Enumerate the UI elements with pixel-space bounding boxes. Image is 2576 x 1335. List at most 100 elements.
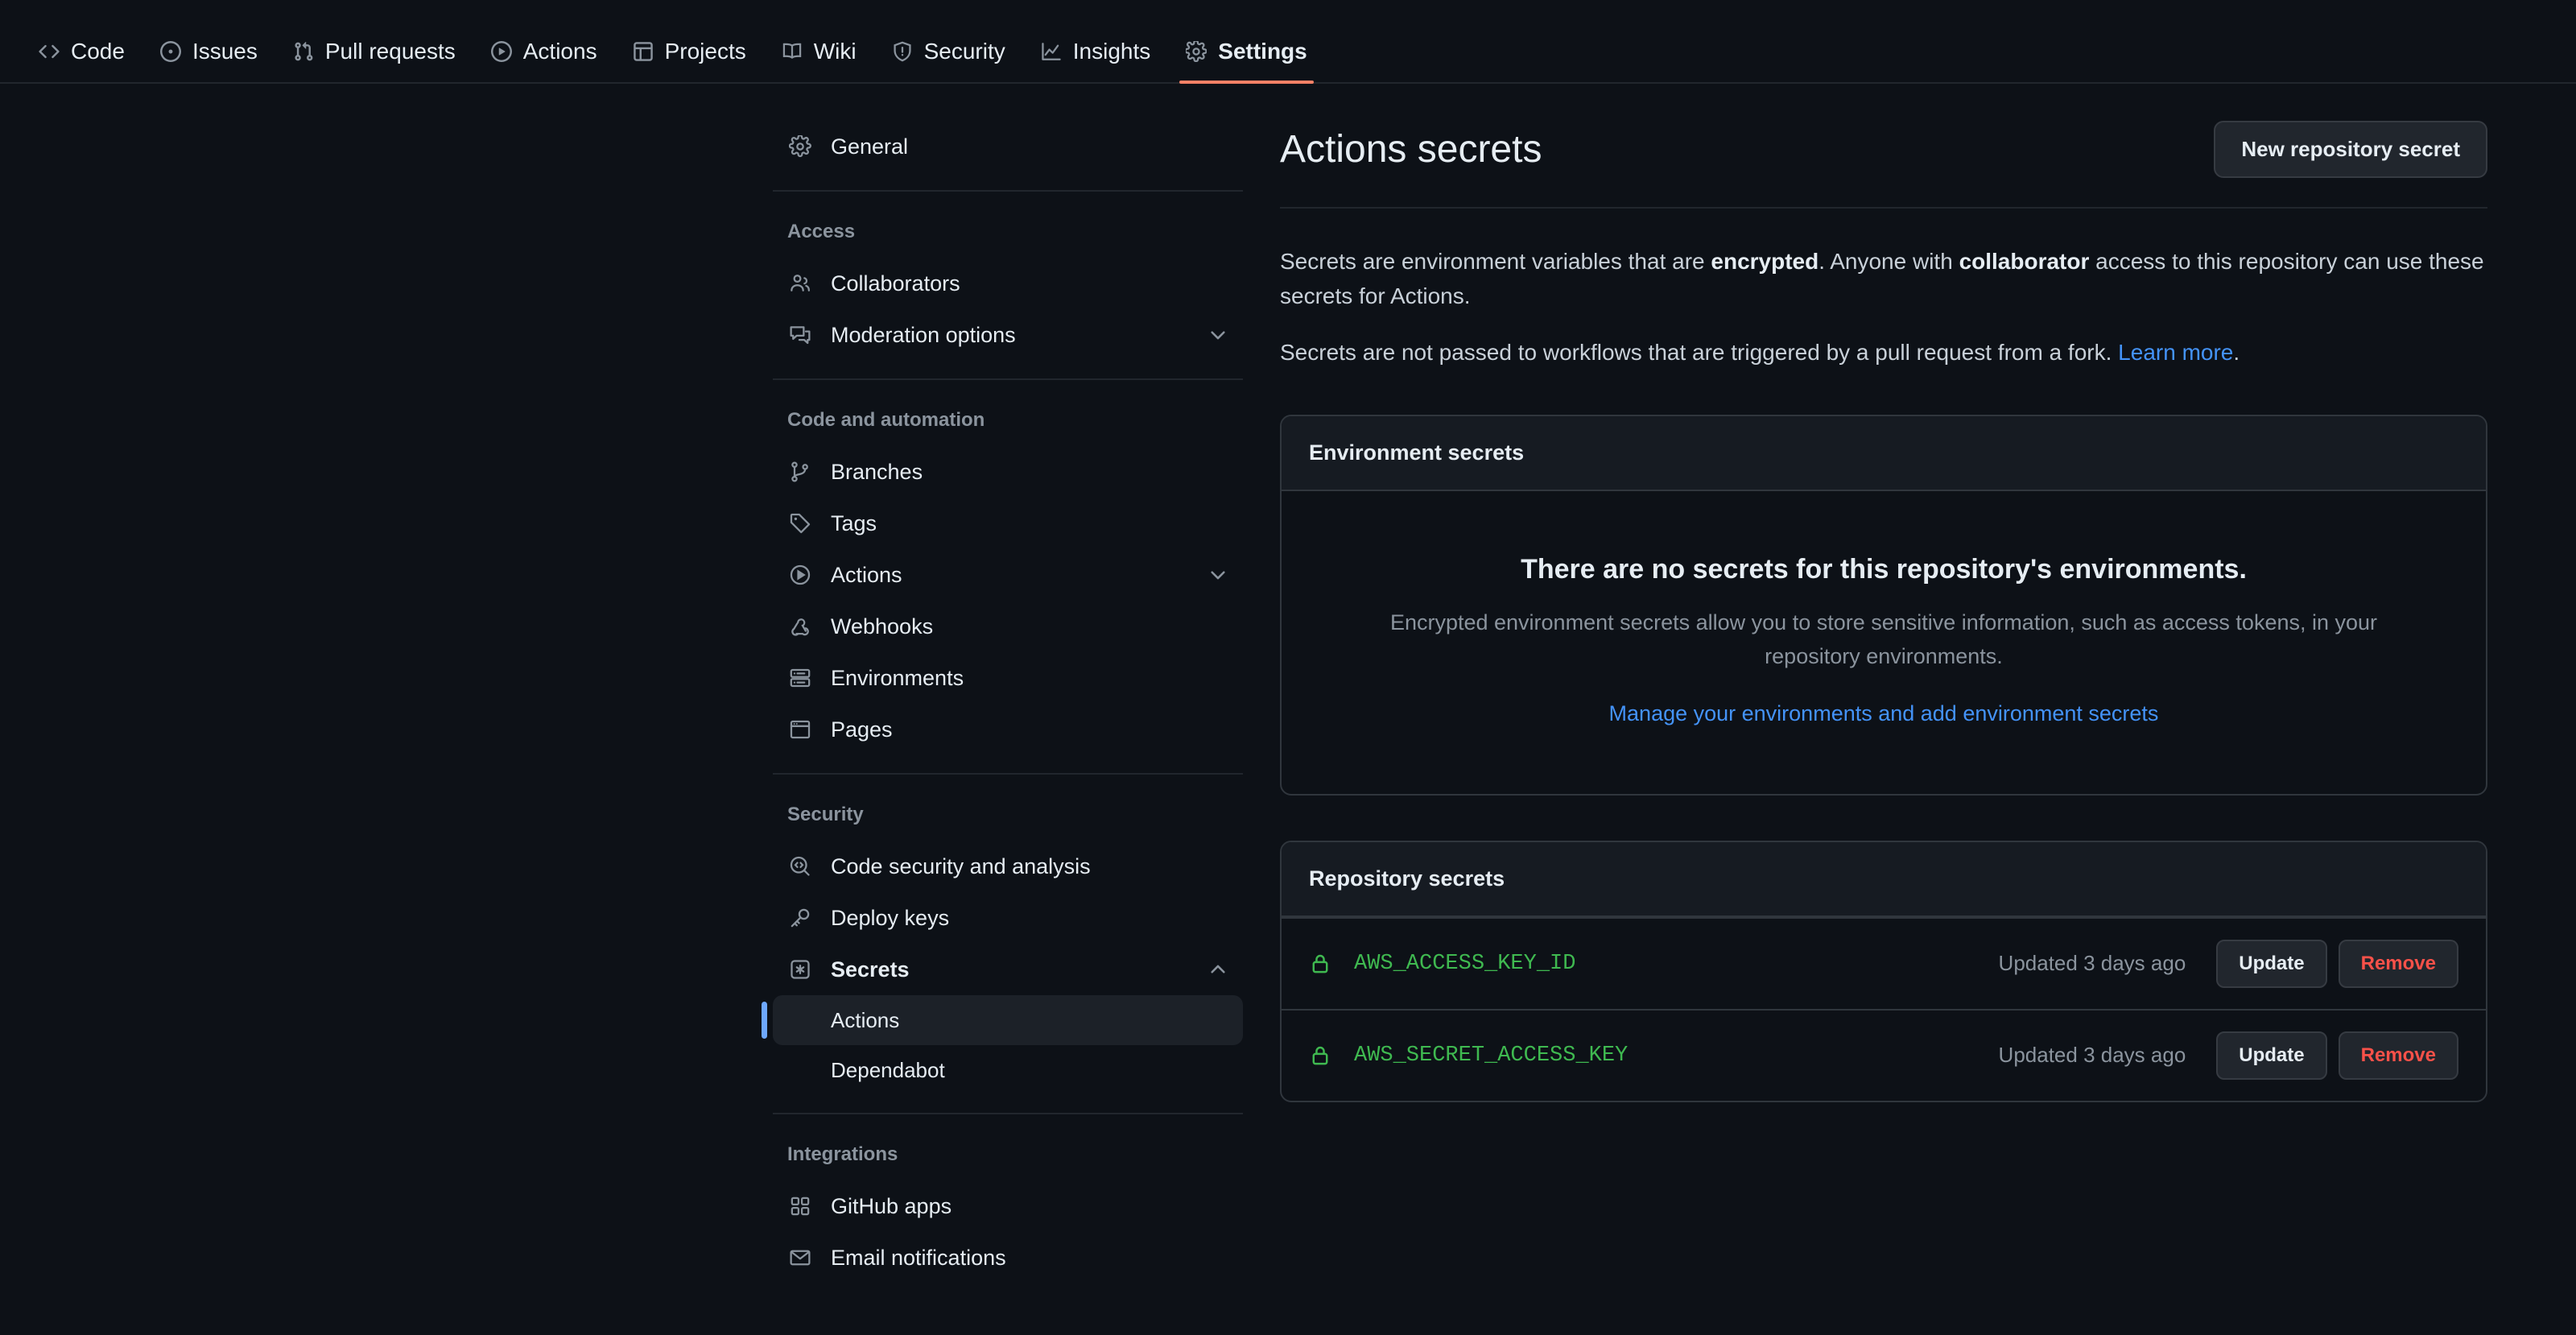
play-icon <box>787 564 813 586</box>
sidebar-item-github-apps[interactable]: GitHub apps <box>773 1180 1243 1232</box>
sidebar-item-label: Tags <box>831 510 877 535</box>
nav-tab-label: Settings <box>1218 39 1307 64</box>
secret-name: AWS_ACCESS_KEY_ID <box>1354 951 1576 976</box>
sidebar-item-pages[interactable]: Pages <box>773 704 1243 755</box>
nav-tab-settings[interactable]: Settings <box>1168 39 1324 84</box>
nav-tab-code[interactable]: Code <box>21 39 142 82</box>
sidebar-item-deploy-keys[interactable]: Deploy keys <box>773 892 1243 944</box>
desc-part-1: Secrets are environment variables that a… <box>1280 249 1711 274</box>
repository-nav-items: Code Issues Pull requests Actions Projec <box>21 39 1325 84</box>
nav-tab-security[interactable]: Security <box>874 39 1023 82</box>
environment-secrets-panel: Environment secrets There are no secrets… <box>1280 415 2487 796</box>
empty-state-title: There are no secrets for this repository… <box>1521 554 2247 585</box>
desc-part-2: . Anyone with <box>1818 249 1959 274</box>
graph-icon <box>1041 41 1062 62</box>
sidebar-item-label: Deploy keys <box>831 905 950 930</box>
chevron-down-icon[interactable] <box>1208 324 1228 345</box>
asterisk-box-icon <box>787 958 813 981</box>
sidebar-item-label: Pages <box>831 717 893 742</box>
nav-tab-insights[interactable]: Insights <box>1023 39 1169 82</box>
sidebar-item-label: General <box>831 134 909 159</box>
sidebar-item-actions[interactable]: Actions <box>773 549 1243 601</box>
table-row: AWS_ACCESS_KEY_ID Updated 3 days ago Upd… <box>1282 916 2486 1009</box>
nav-tab-projects[interactable]: Projects <box>615 39 764 82</box>
webhook-icon <box>787 615 813 638</box>
learn-more-link[interactable]: Learn more <box>2118 340 2233 365</box>
sidebar-item-label: Environments <box>831 665 964 690</box>
remove-secret-button[interactable]: Remove <box>2338 1031 2458 1080</box>
nav-tab-pull-requests[interactable]: Pull requests <box>275 39 473 82</box>
sidebar-item-label: Branches <box>831 459 923 484</box>
desc-period: . <box>2233 339 2240 365</box>
nav-tab-label: Code <box>71 39 125 64</box>
sidebar-item-environments[interactable]: Environments <box>773 652 1243 704</box>
manage-environments-link[interactable]: Manage your environments and add environ… <box>1609 701 2159 726</box>
sidebar-item-label: Email notifications <box>831 1245 1006 1270</box>
sidebar-divider <box>773 190 1243 192</box>
settings-page: General Access Collaborators Moderation … <box>0 84 2576 1283</box>
sidebar-item-webhooks[interactable]: Webhooks <box>773 601 1243 652</box>
sidebar-item-tags[interactable]: Tags <box>773 498 1243 549</box>
book-icon <box>782 41 803 62</box>
sidebar-subitem-secrets-actions[interactable]: Actions <box>762 995 1243 1045</box>
sidebar-item-label: GitHub apps <box>831 1193 952 1218</box>
repository-secrets-header: Repository secrets <box>1282 841 2486 917</box>
sidebar-item-secrets[interactable]: Secrets <box>773 944 1243 995</box>
nav-tab-label: Issues <box>192 39 258 64</box>
sidebar-divider <box>773 773 1243 775</box>
main-header: Actions secrets New repository secret <box>1280 121 2487 209</box>
remove-secret-button[interactable]: Remove <box>2338 939 2458 988</box>
lock-icon <box>1309 953 1331 975</box>
sidebar-item-label: Code security and analysis <box>831 853 1091 878</box>
sidebar-item-email-notifications[interactable]: Email notifications <box>773 1232 1243 1283</box>
browser-icon <box>787 718 813 741</box>
shield-icon <box>892 41 913 62</box>
secret-name: AWS_SECRET_ACCESS_KEY <box>1354 1043 1629 1068</box>
update-secret-button[interactable]: Update <box>2216 1031 2327 1080</box>
issue-opened-icon <box>159 41 181 62</box>
sidebar-divider <box>773 378 1243 380</box>
repository-secrets-panel: Repository secrets AWS_ACCESS_KEY_ID Upd… <box>1280 840 2487 1102</box>
nav-tab-label: Wiki <box>813 39 857 64</box>
nav-tab-issues[interactable]: Issues <box>142 39 275 82</box>
desc-bold-collaborator: collaborator <box>1959 249 2090 274</box>
empty-state-body: Encrypted environment secrets allow you … <box>1389 610 2378 669</box>
table-icon <box>633 41 654 62</box>
git-branch-icon <box>787 461 813 483</box>
gear-icon <box>787 135 813 158</box>
table-row: AWS_SECRET_ACCESS_KEY Updated 3 days ago… <box>1282 1008 2486 1101</box>
sidebar-item-general[interactable]: General <box>773 121 1243 172</box>
sidebar-item-label: Moderation options <box>831 322 1016 347</box>
nav-tab-label: Projects <box>664 39 746 64</box>
sidebar-group-title-integrations: Integrations <box>787 1143 898 1165</box>
sidebar-subitem-label: Dependabot <box>831 1057 945 1082</box>
sidebar-item-label: Webhooks <box>831 614 934 639</box>
nav-tab-label: Insights <box>1072 39 1151 64</box>
settings-sidebar: General Access Collaborators Moderation … <box>762 121 1272 1283</box>
secrets-description-1: Secrets are environment variables that a… <box>1280 244 2487 314</box>
nav-tab-label: Actions <box>522 39 597 64</box>
nav-tab-actions[interactable]: Actions <box>473 39 615 82</box>
new-repository-secret-button[interactable]: New repository secret <box>2214 121 2487 178</box>
codescan-icon <box>787 855 813 878</box>
sidebar-item-branches[interactable]: Branches <box>773 446 1243 498</box>
sidebar-item-code-security-and-analysis[interactable]: Code security and analysis <box>773 841 1243 892</box>
mail-icon <box>787 1246 813 1269</box>
sidebar-group-title-security: Security <box>787 804 864 825</box>
sidebar-item-collaborators[interactable]: Collaborators <box>773 258 1243 309</box>
nav-tab-label: Security <box>923 39 1005 64</box>
sidebar-group-title-access: Access <box>787 221 856 242</box>
sidebar-item-label: Actions <box>831 562 902 587</box>
update-secret-button[interactable]: Update <box>2216 939 2327 988</box>
sidebar-item-moderation-options[interactable]: Moderation options <box>773 309 1243 361</box>
chevron-down-icon[interactable] <box>1208 564 1228 585</box>
nav-tab-wiki[interactable]: Wiki <box>764 39 874 82</box>
sidebar-item-label: Secrets <box>831 957 910 982</box>
lock-icon <box>1309 1044 1331 1067</box>
page-title: Actions secrets <box>1280 128 1542 171</box>
git-pull-request-icon <box>293 41 314 62</box>
apps-icon <box>787 1195 813 1217</box>
sidebar-subitem-secrets-dependabot[interactable]: Dependabot <box>773 1045 1243 1095</box>
repository-nav: Code Issues Pull requests Actions Projec <box>0 0 2576 84</box>
chevron-up-icon[interactable] <box>1208 959 1228 980</box>
